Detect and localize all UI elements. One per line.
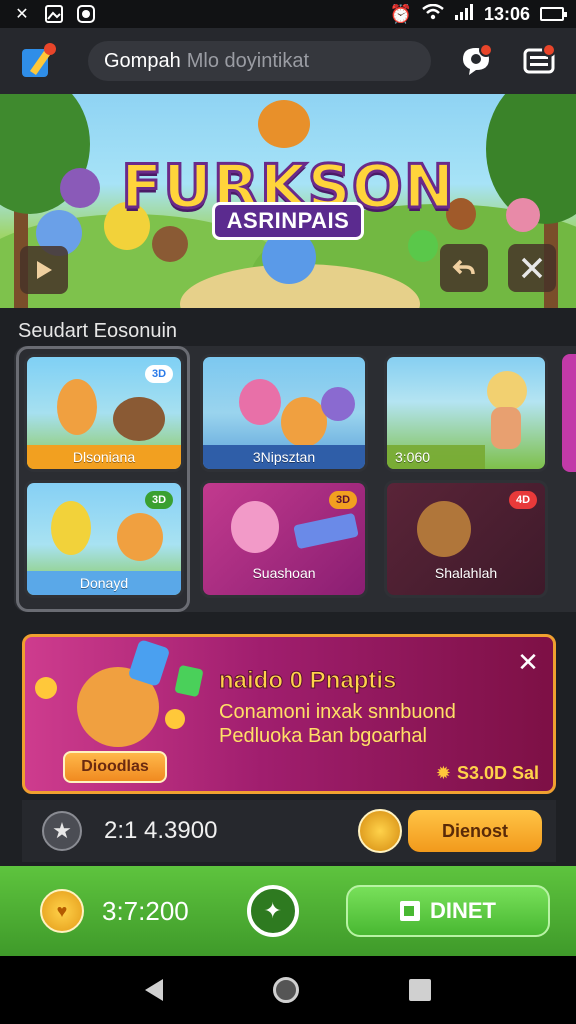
card-tag: 4D bbox=[509, 491, 537, 509]
back-icon[interactable] bbox=[145, 979, 163, 1001]
battery-icon bbox=[540, 7, 567, 21]
home-icon[interactable] bbox=[273, 977, 299, 1003]
lens-icon bbox=[76, 4, 96, 24]
game-card[interactable]: 3D Suashoan bbox=[200, 480, 368, 598]
tools-icon: ✕ bbox=[15, 6, 29, 23]
card-label: Shalahlah bbox=[434, 565, 498, 581]
promo-line-1: Conamoni inxak snnbuond bbox=[219, 701, 456, 723]
coin-icon bbox=[165, 709, 185, 729]
close-icon[interactable]: ✕ bbox=[513, 647, 543, 677]
mascot-bear bbox=[258, 100, 310, 148]
menu-button[interactable] bbox=[519, 41, 558, 81]
promo-price: ✹ S3.0D Sal bbox=[436, 763, 539, 784]
wallet-icon bbox=[400, 901, 420, 921]
game-card[interactable]: 3:060 bbox=[384, 354, 548, 472]
app-header: Gomp​ah Mlo doyintikat bbox=[0, 28, 576, 94]
coin-icon bbox=[35, 677, 57, 699]
card-label: Suashoan bbox=[252, 565, 316, 581]
search-query: Gomp​ah bbox=[104, 49, 181, 72]
star-icon: ★ bbox=[42, 811, 82, 851]
hero-play-button[interactable] bbox=[20, 246, 68, 294]
play-icon bbox=[37, 261, 52, 279]
promo-title: naido 0 Pnaptis bbox=[218, 667, 397, 695]
app-logo-icon[interactable] bbox=[18, 41, 58, 81]
dinet-button[interactable]: DINET bbox=[346, 885, 550, 937]
promo-button[interactable]: Dioodlas bbox=[63, 751, 167, 783]
card-tag: 3D bbox=[329, 491, 357, 509]
alarm-icon: ⏰ bbox=[389, 3, 412, 24]
hero-subtitle: ASRINPAIS bbox=[212, 202, 364, 240]
signal-icon bbox=[454, 3, 474, 25]
balance-strip: ★ 2:1 4.3900 Dienost bbox=[22, 800, 556, 862]
balance-value: 2:1 4.3900 bbox=[104, 817, 218, 844]
coin-icon bbox=[358, 809, 402, 853]
recents-icon[interactable] bbox=[409, 979, 431, 1001]
balance-button[interactable]: Dienost bbox=[408, 810, 542, 852]
card-label: 3:060 bbox=[387, 445, 485, 469]
mascot-brown bbox=[152, 226, 188, 262]
gem-icon bbox=[174, 664, 204, 698]
hero-tools-button[interactable] bbox=[508, 244, 556, 292]
wifi-icon bbox=[422, 3, 444, 25]
hero-back-button[interactable] bbox=[440, 244, 488, 292]
image-icon bbox=[44, 4, 64, 24]
gear-coin-icon: ✹ bbox=[435, 763, 451, 783]
game-card[interactable]: 4D Shalahlah bbox=[384, 480, 548, 598]
promo-price-value: S3.0D Sal bbox=[456, 763, 539, 783]
system-nav-bar bbox=[0, 956, 576, 1024]
next-card-peek[interactable] bbox=[562, 354, 576, 472]
menu-badge bbox=[542, 43, 556, 57]
dinet-button-label: DINET bbox=[430, 898, 496, 923]
card-label: 3Nipsztan bbox=[203, 445, 365, 469]
selected-column-frame bbox=[16, 346, 190, 612]
status-bar: ✕ ⏰ 13:06 bbox=[0, 0, 576, 28]
promo-line-2: Pedluoka Ban bgoarhal bbox=[219, 725, 427, 747]
promo-banner[interactable]: naido 0 Pnaptis Conamoni inxak snnbuond … bbox=[22, 634, 556, 794]
heart-coin-icon: ♥ bbox=[40, 889, 84, 933]
undo-arrow-icon bbox=[452, 259, 475, 275]
bottom-bar: ♥ 3:7:200 ✦ DINET bbox=[0, 866, 576, 956]
coins-value: 3:7:200 bbox=[102, 895, 189, 926]
search-placeholder: Mlo doyintikat bbox=[186, 49, 309, 72]
hero-banner[interactable]: FURKSON ASRINPAIS bbox=[0, 94, 576, 308]
spin-wheel-icon[interactable]: ✦ bbox=[246, 885, 299, 937]
mascot-green bbox=[408, 230, 438, 262]
tools-icon bbox=[521, 257, 543, 279]
search-input[interactable]: Gomp​ah Mlo doyintikat bbox=[88, 41, 431, 81]
game-card[interactable]: 3Nipsztan bbox=[200, 354, 368, 472]
status-time: 13:06 bbox=[483, 3, 530, 24]
section-title: Seudart Eosonuin bbox=[18, 320, 178, 342]
chat-button[interactable] bbox=[457, 41, 496, 81]
